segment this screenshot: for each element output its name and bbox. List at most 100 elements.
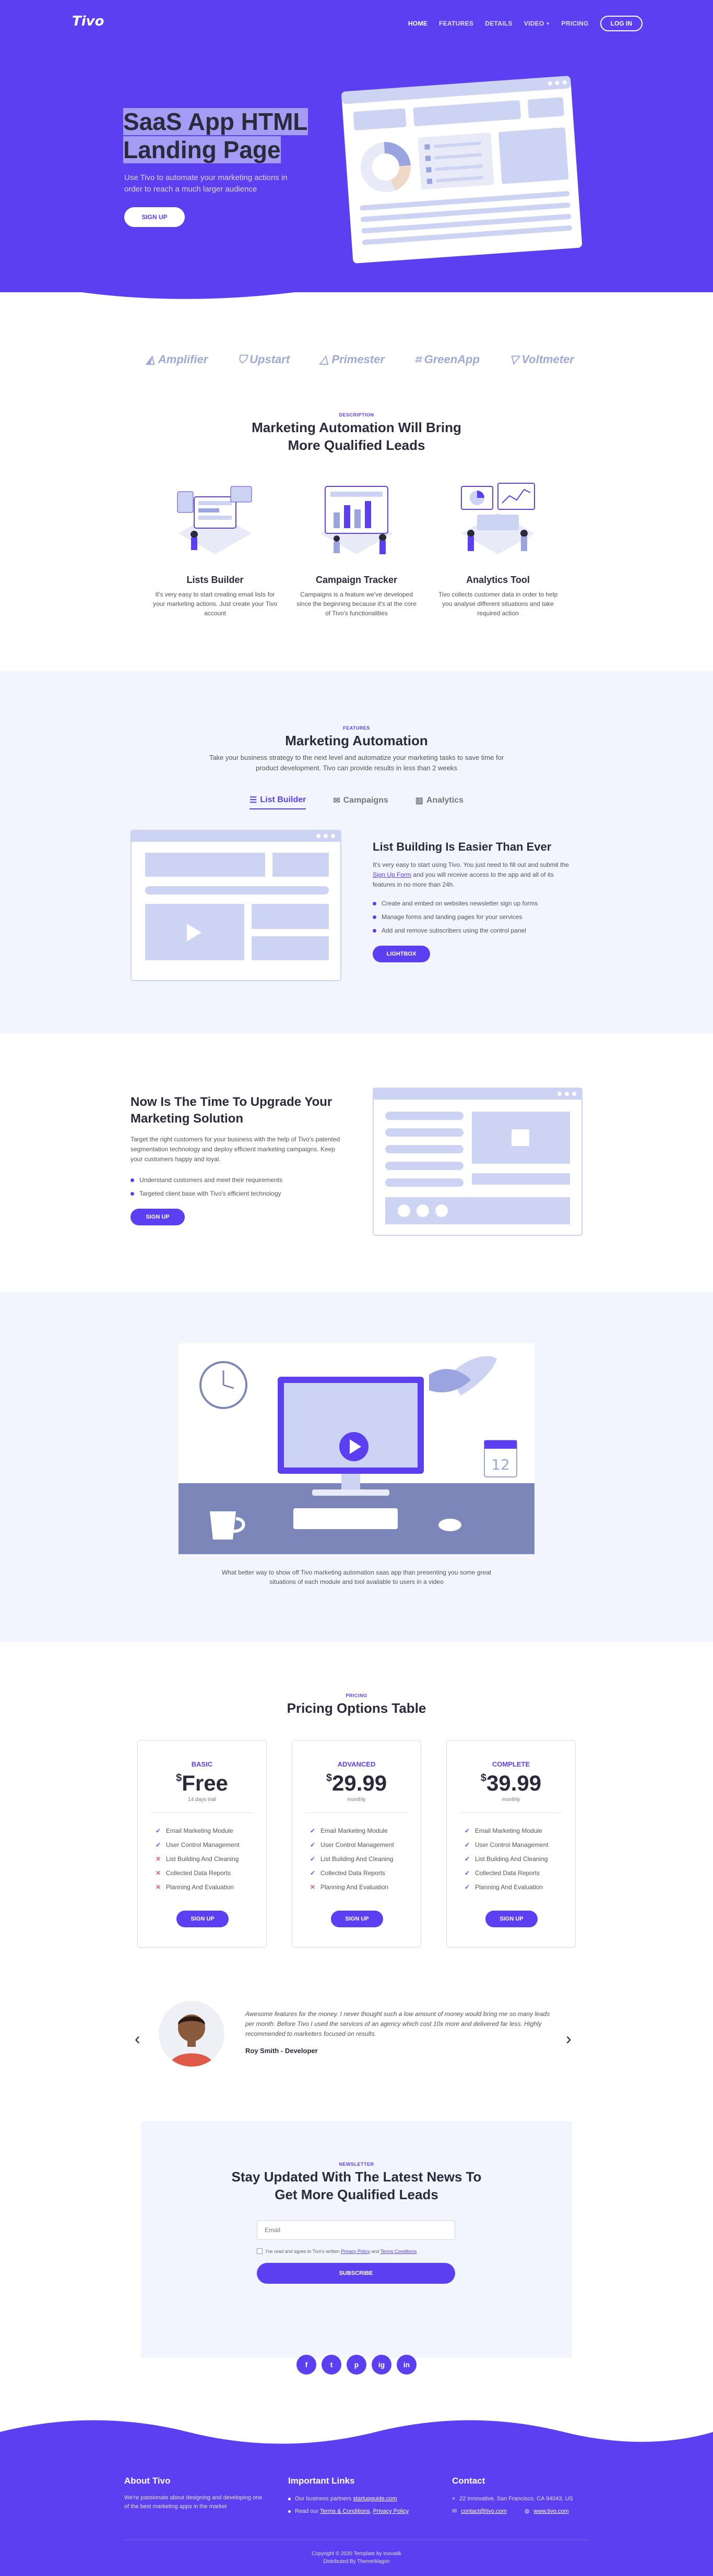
consent-checkbox-row: I've read and agree to Tivo's written Pr… (257, 2248, 417, 2254)
list-item: Manage forms and landing pages for your … (373, 910, 592, 924)
plan-feature: Planning And Evaluation (320, 1883, 389, 1891)
facebook-icon[interactable]: f (296, 2355, 316, 2375)
tab-list-builder[interactable]: ☰ List Builder (249, 795, 306, 809)
list-building-title: List Building Is Easier Than Ever (373, 840, 552, 853)
footer-contact-list: ⌖ 22 Innovative, San Francisco, CA 94043,… (452, 2492, 573, 2518)
twitter-icon[interactable]: t (322, 2355, 341, 2375)
text-part: Our business partners (295, 2496, 353, 2502)
nav-link-details[interactable]: DETAILS (485, 20, 513, 27)
nav-link-home[interactable]: HOME (408, 20, 427, 27)
partners-link[interactable]: startupguide.com (353, 2496, 397, 2502)
email-link[interactable]: contact@tivo.com (461, 2505, 507, 2518)
list-item: ✕ Planning And Evaluation (156, 1880, 240, 1894)
chevron-right-icon[interactable]: › (566, 2029, 572, 2048)
tab-campaigns[interactable]: ✉ Campaigns (333, 795, 388, 809)
plan-feature: User Control Management (166, 1841, 240, 1848)
login-button[interactable]: LOG IN (600, 16, 643, 31)
list-item: ✉ contact@tivo.com ◍ www.tivo.com (452, 2505, 573, 2518)
client-name: Upstart (249, 353, 290, 366)
text-part: Read our (295, 2508, 320, 2514)
terms-link[interactable]: Terms & Conditions (320, 2508, 370, 2514)
description-eyebrow: DESCRIPTION (339, 412, 374, 418)
divider (305, 1812, 408, 1813)
analytics-tool-illustration (461, 483, 535, 554)
divider (124, 2539, 589, 2540)
subscribe-button[interactable]: SUBSCRIBE (257, 2263, 455, 2284)
envelope-icon: ✉ (333, 796, 340, 805)
bullet-icon (373, 901, 376, 905)
chart-icon: ▥ (415, 796, 423, 805)
address-text: 22 Innovative, San Francisco, CA 94043, … (459, 2496, 573, 2502)
client-logo-voltmeter: ▽ Voltmeter (509, 353, 574, 366)
plan-signup-button[interactable]: SIGN UP (176, 1911, 229, 1927)
website-link[interactable]: www.tivo.com (533, 2505, 568, 2518)
plan-feature: List Building And Cleaning (475, 1855, 548, 1863)
pricing-eyebrow: PRICING (346, 1693, 367, 1698)
cross-icon: ✕ (156, 1869, 161, 1877)
logo[interactable]: Tivo (72, 14, 104, 29)
plan-features: ✓ Email Marketing Module ✓ User Control Ma… (156, 1824, 240, 1894)
terms-conditions-link[interactable]: Terms Conditions (381, 2249, 417, 2254)
chevron-left-icon[interactable]: ‹ (135, 2029, 140, 2048)
nav-link-pricing[interactable]: PRICING (562, 20, 589, 27)
bullet-icon (373, 915, 376, 919)
list-building-bullets: Create and embed on websites newsletter … (373, 897, 592, 937)
lightbox-button[interactable]: LIGHTBOX (373, 946, 430, 962)
plan-signup-button[interactable]: SIGN UP (331, 1911, 383, 1927)
features-title: Marketing Automation (285, 733, 428, 748)
plan-name: ADVANCED (337, 1760, 376, 1768)
check-icon: ✓ (465, 1841, 470, 1848)
amplifier-icon: ◭ (146, 353, 155, 366)
upgrade-signup-button[interactable]: SIGN UP (130, 1209, 185, 1225)
plan-feature: Email Marketing Module (475, 1827, 542, 1834)
plan-period: monthly (502, 1797, 520, 1803)
privacy-policy-link[interactable]: Privacy Policy (341, 2249, 370, 2254)
list-item: ✓ Email Marketing Module (310, 1824, 394, 1838)
client-logo-primester: △ Primester (320, 353, 385, 366)
divider (459, 1812, 563, 1813)
pinterest-icon[interactable]: p (347, 2355, 366, 2375)
plan-feature: Collected Data Reports (475, 1869, 540, 1877)
bullet-icon (130, 1178, 134, 1182)
list-item: ✓ Email Marketing Module (465, 1824, 549, 1838)
instagram-icon[interactable]: ig (372, 2355, 391, 2375)
feature-text: Campaigns is a feature we've developed s… (296, 591, 417, 617)
voltmeter-icon: ▽ (509, 353, 519, 366)
testimonial-quote: Awesome features for the money. I never … (245, 2010, 550, 2037)
client-logo-upstart: ⛉ Upstart (238, 353, 290, 366)
pricing-card-complete: COMPLETE $39.99 monthly ✓ Email Marketing… (446, 1740, 576, 1948)
cross-icon: ✕ (156, 1855, 161, 1863)
feature-text: It's very easy to start creating email l… (152, 591, 278, 617)
email-field[interactable]: Email (257, 2220, 455, 2240)
nav-dropdown-video[interactable]: VIDEO ▼ (524, 20, 550, 27)
client-name: Amplifier (158, 353, 208, 366)
linkedin-icon[interactable]: in (397, 2355, 417, 2375)
video-caption: What better way to show off Tivo marketi… (221, 1569, 492, 1585)
distributed-text: Distributed By ThemeWagon (323, 2559, 390, 2565)
nav-link-features[interactable]: FEATURES (439, 20, 473, 27)
newsletter-eyebrow: NEWSLETTER (339, 2162, 374, 2167)
list-item: ✕ Collected Data Reports (156, 1866, 240, 1880)
plan-feature: Collected Data Reports (166, 1869, 231, 1877)
price-value: 29.99 (332, 1771, 387, 1795)
text-part: and (370, 2248, 381, 2254)
currency-symbol: $ (480, 1772, 486, 1784)
plan-feature: Email Marketing Module (166, 1827, 233, 1834)
plan-feature: Planning And Evaluation (475, 1883, 543, 1891)
plan-signup-button[interactable]: SIGN UP (485, 1911, 538, 1927)
tab-analytics[interactable]: ▥ Analytics (415, 795, 464, 809)
cross-icon: ✕ (156, 1883, 161, 1891)
footer-links-title: Important Links (288, 2476, 355, 2486)
lists-builder-illustration (177, 486, 252, 554)
list-item: ✕ List Building And Cleaning (156, 1852, 240, 1866)
hero-signup-button[interactable]: SIGN UP (124, 207, 185, 227)
privacy-link[interactable]: Privacy Policy (373, 2508, 409, 2514)
consent-checkbox[interactable] (257, 2248, 263, 2254)
bullet-icon (288, 2497, 291, 2500)
globe-icon: ◍ (524, 2508, 530, 2514)
video-thumbnail[interactable]: 12 (179, 1343, 534, 1554)
signup-form-link[interactable]: Sign Up Form (373, 871, 411, 878)
list-icon: ☰ (249, 796, 257, 805)
feature-tabs: ☰ List Builder ✉ Campaigns ▥ Analytics (249, 795, 464, 809)
check-icon: ✓ (465, 1869, 470, 1877)
